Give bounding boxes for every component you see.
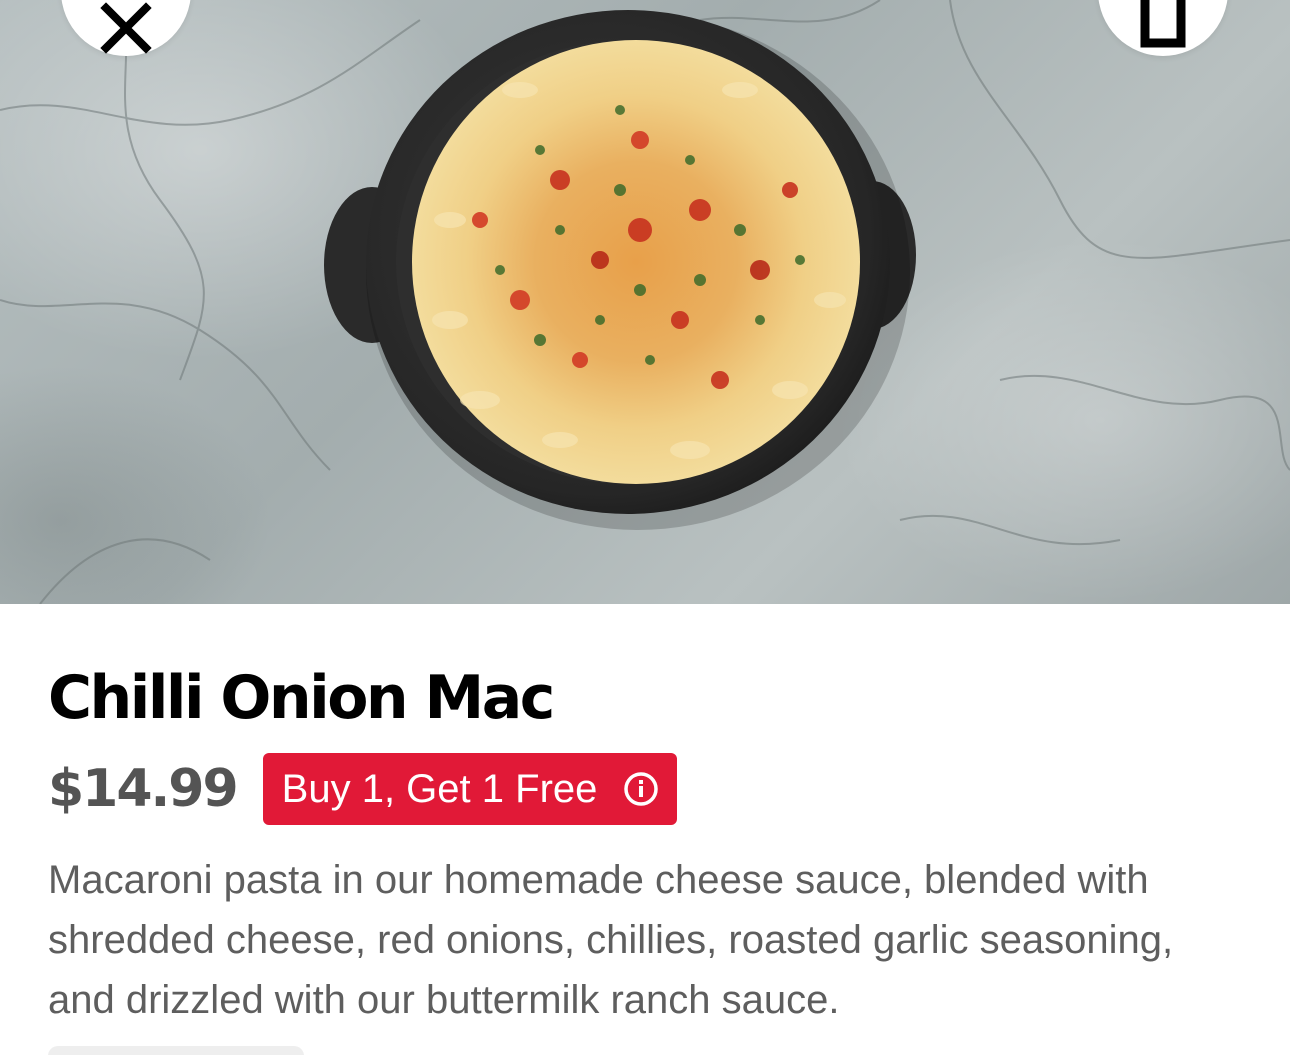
item-price: $14.99 <box>48 759 239 819</box>
item-tag-pill[interactable] <box>48 1046 304 1055</box>
close-button[interactable] <box>61 0 191 56</box>
price-row: $14.99 Buy 1, Get 1 Free <box>48 753 678 825</box>
save-button[interactable] <box>1098 0 1228 56</box>
item-title: Chilli Onion Mac <box>48 663 555 733</box>
item-hero-image <box>0 0 1290 604</box>
bookmark-icon <box>1140 0 1186 48</box>
item-description: Macaroni pasta in our homemade cheese sa… <box>48 858 1174 1022</box>
promo-label: Buy 1, Get 1 Free <box>281 767 598 811</box>
promo-badge[interactable]: Buy 1, Get 1 Free <box>262 753 678 825</box>
item-detail-page: Chilli Onion Mac $14.99 Buy 1, Get 1 Fre… <box>0 0 1290 1055</box>
close-icon <box>100 2 152 54</box>
food-photo <box>0 0 1290 604</box>
info-icon[interactable] <box>623 771 659 807</box>
